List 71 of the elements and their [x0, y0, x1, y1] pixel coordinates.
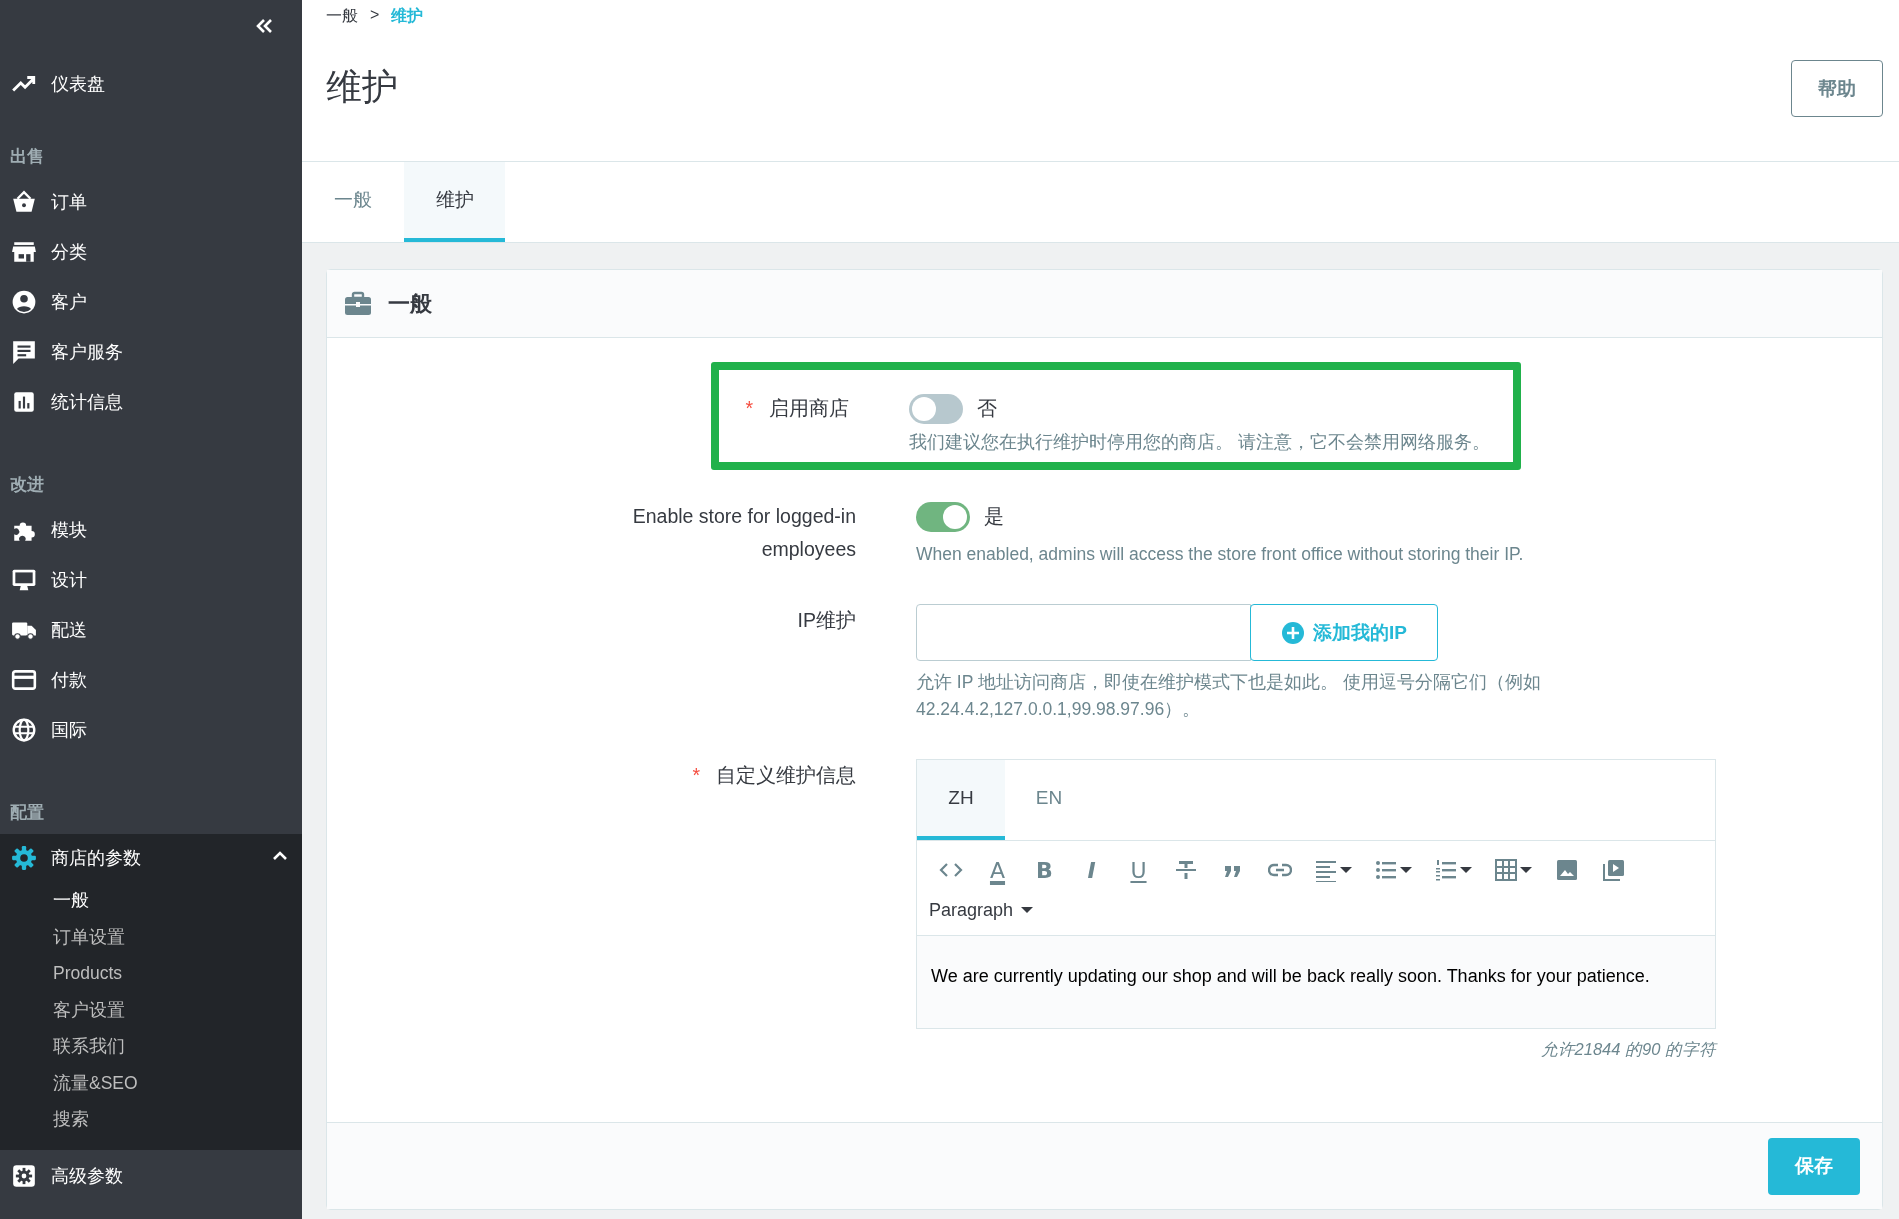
sidebar-section-title: 出售: [9, 145, 45, 168]
field-label: Enable store for logged-in employees: [631, 504, 856, 562]
sidebar-item[interactable]: 设计: [0, 556, 302, 604]
sidebar-item[interactable]: 订单: [0, 178, 302, 226]
sidebar-item[interactable]: 客户: [0, 278, 302, 326]
help-text: 我们建议您在执行维护时停用您的商店。 请注意，它不会禁用网络服务。: [909, 431, 1491, 454]
chat-icon: [11, 339, 37, 365]
sidebar-item[interactable]: 模块: [0, 506, 302, 554]
language-tab[interactable]: EN: [1005, 760, 1093, 840]
help-text: When enabled, admins will access the store front office without storing their IP.: [916, 543, 1525, 566]
tab[interactable]: 维护: [404, 162, 505, 242]
numbered-list-icon: [1434, 858, 1458, 882]
bullet-list-icon: [1374, 858, 1398, 882]
ip-input-field[interactable]: [916, 604, 1251, 661]
sidebar-item[interactable]: 高级参数: [0, 1151, 302, 1200]
sidebar-subitem[interactable]: 一般: [0, 882, 302, 919]
field-label: 自定义维护信息: [716, 763, 856, 788]
sidebar-section-title: 配置: [9, 801, 45, 824]
store-icon: [11, 239, 37, 265]
breadcrumb-separator: >: [370, 6, 380, 25]
basket-icon: [11, 189, 37, 215]
briefcase-icon: [344, 290, 372, 317]
format-dropdown[interactable]: Paragraph: [927, 893, 1036, 927]
character-counter: 允许21844 的90 的字符: [1539, 1039, 1716, 1060]
sidebar-subitem[interactable]: 搜索: [0, 1101, 302, 1138]
strikethrough-icon: [1173, 858, 1198, 882]
sidebar-item[interactable]: 分类: [0, 228, 302, 276]
page-title: 维护: [326, 65, 398, 109]
toggle-value: 否: [977, 396, 997, 421]
globe-icon: [11, 717, 37, 743]
field-label: IP维护: [797, 608, 856, 633]
breadcrumb-current: 维护: [391, 6, 424, 26]
sidebar-section-title: 改进: [9, 473, 45, 496]
sidebar-item[interactable]: 付款: [0, 656, 302, 704]
caret-icon: [1021, 907, 1034, 913]
sidebar-item[interactable]: 统计信息: [0, 378, 302, 426]
image-icon: [1554, 858, 1579, 882]
sidebar-subitem[interactable]: 联系我们: [0, 1028, 302, 1065]
toggle-switch[interactable]: [909, 393, 963, 424]
user-circle-icon: [11, 289, 37, 315]
collapse-icon[interactable]: [254, 17, 274, 35]
sidebar-item[interactable]: 配送: [0, 606, 302, 654]
bar-chart-icon: [11, 389, 37, 415]
monitor-icon: [11, 567, 37, 593]
required-asterisk: *: [745, 396, 753, 421]
sidebar-item[interactable]: 国际: [0, 706, 302, 754]
field-label: 启用商店: [769, 396, 849, 421]
sidebar-item[interactable]: 仪表盘: [0, 60, 302, 108]
video-icon: [1601, 858, 1626, 882]
breadcrumb-link[interactable]: 一般: [326, 6, 358, 27]
toggle-value: 是: [984, 504, 1004, 529]
sidebar-item[interactable]: 商店的参数: [0, 834, 302, 882]
credit-card-icon: [11, 667, 37, 693]
sidebar-subitem[interactable]: 客户设置: [0, 991, 302, 1028]
help-button[interactable]: 帮助: [1791, 60, 1883, 117]
align-left-icon: [1314, 858, 1338, 882]
gear-box-icon: [11, 1162, 37, 1189]
required-asterisk: *: [692, 763, 700, 788]
editor-content[interactable]: We are currently updating our shop and will be back really soon. Thanks for your patience.: [917, 935, 1715, 1028]
toggle-switch[interactable]: [916, 501, 970, 532]
plus-circle-icon: [1281, 620, 1305, 645]
sidebar-item[interactable]: 客户服务: [0, 328, 302, 376]
sidebar-subitem[interactable]: 流量&SEO: [0, 1064, 302, 1101]
card-title: 一般: [388, 289, 432, 318]
gear-icon: [11, 845, 37, 871]
tab[interactable]: 一般: [302, 162, 404, 242]
sidebar-subitem[interactable]: 订单设置: [0, 918, 302, 955]
language-tab[interactable]: ZH: [917, 760, 1005, 840]
sidebar-subitem[interactable]: Products: [0, 955, 302, 992]
help-text: 允许 IP 地址访问商店，即使在维护模式下也是如此。 使用逗号分隔它们（例如 42.24.4.2,127.0.0.1,99.98.97.96）。: [916, 671, 1542, 721]
table-icon: [1494, 858, 1518, 882]
